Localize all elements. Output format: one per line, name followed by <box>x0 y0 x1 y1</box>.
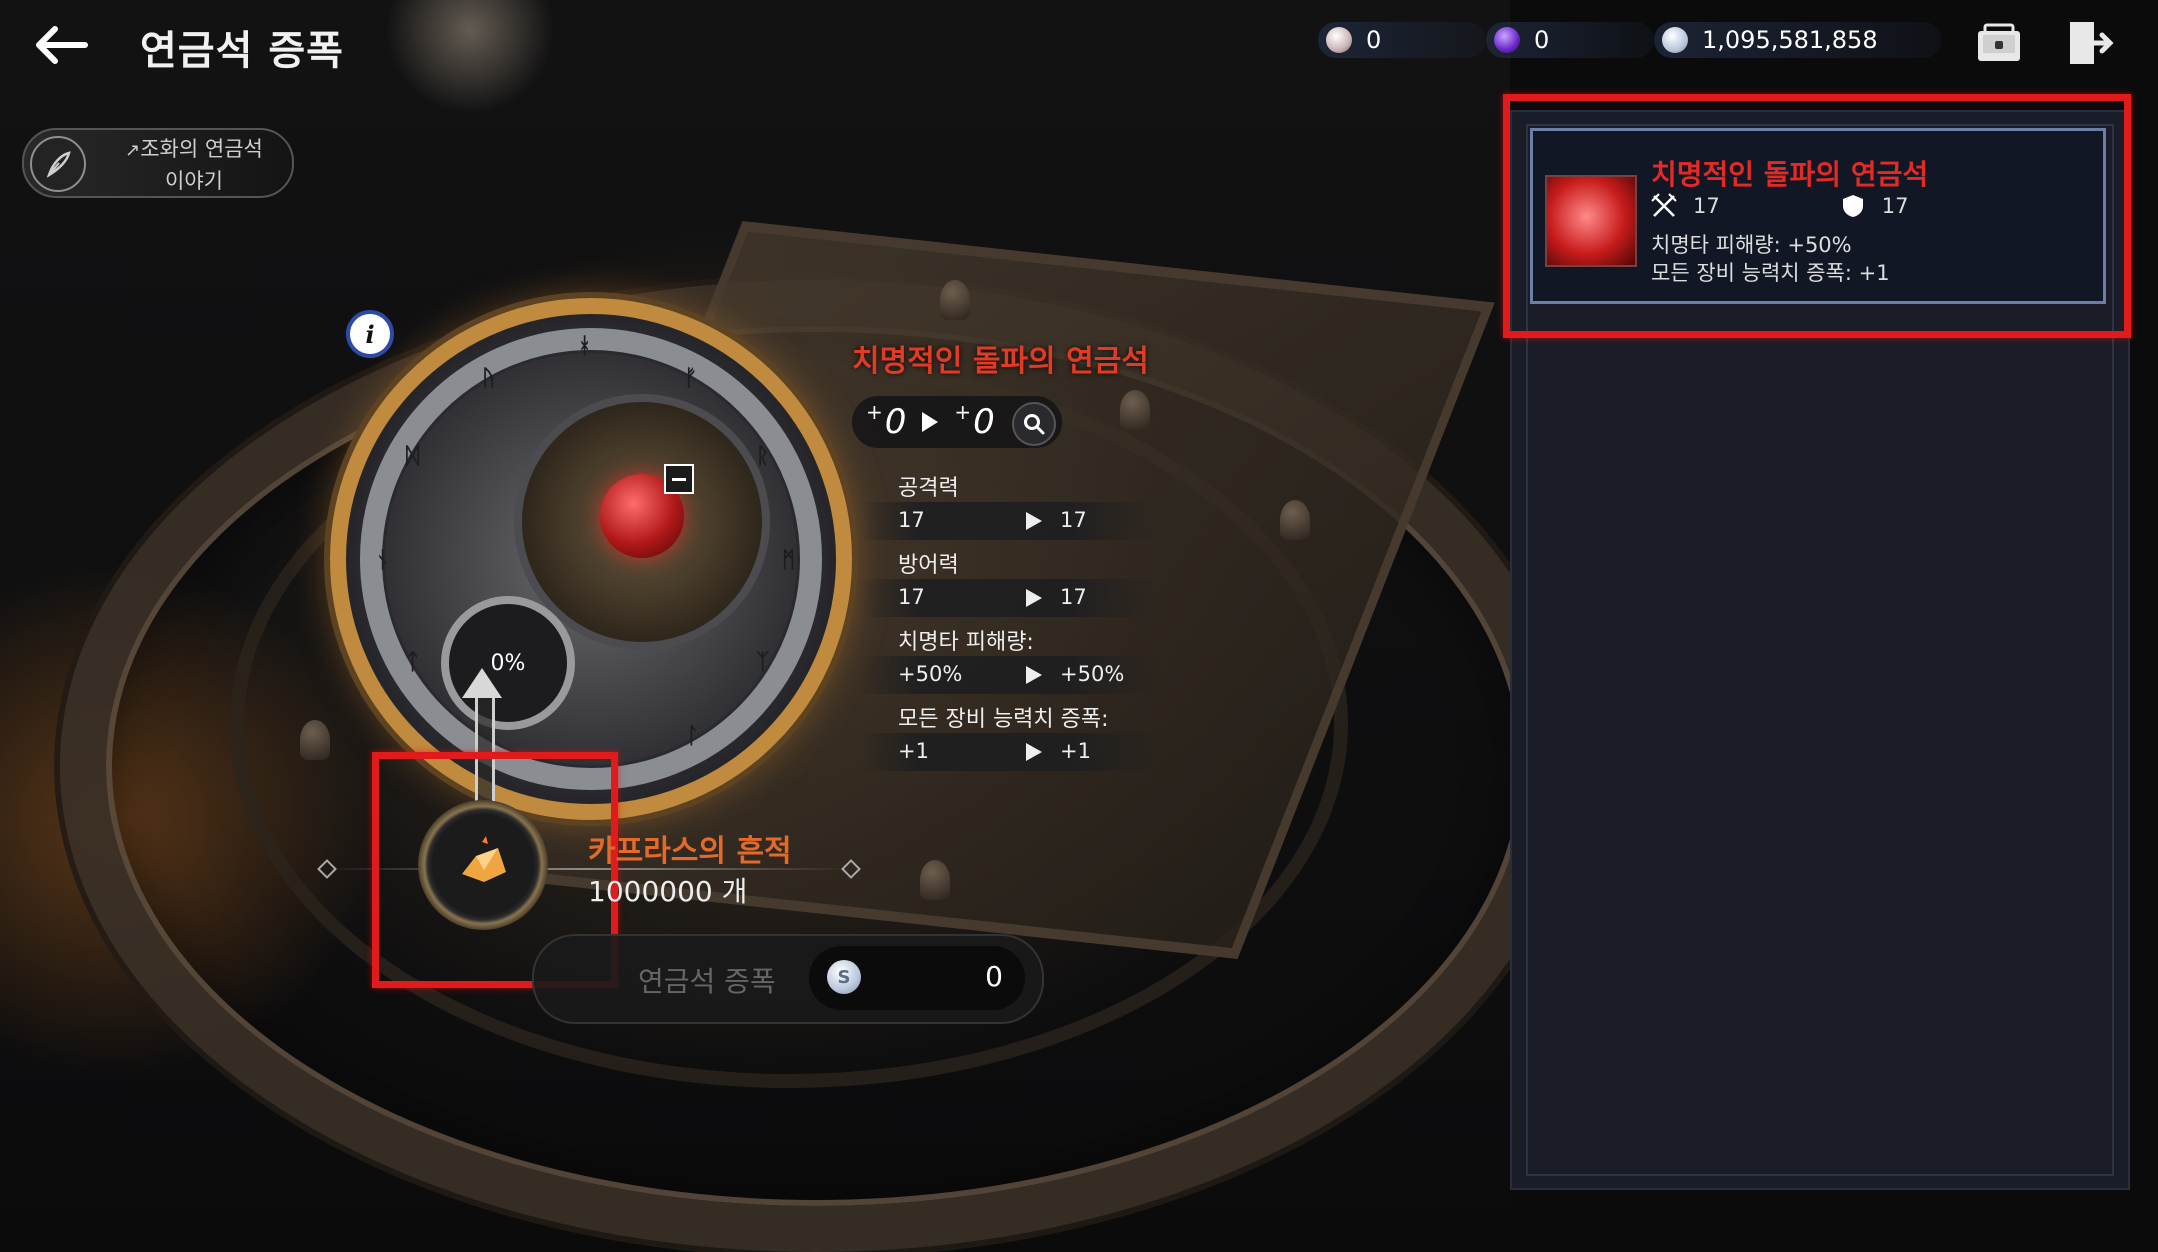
table-peg <box>940 280 970 320</box>
stat-row: +1 +1 <box>860 733 1160 771</box>
external-link-icon: ↗ <box>125 140 141 161</box>
stone-name-title: 치명적인 돌파의 연금석 <box>852 344 1149 379</box>
dial-rune: ᚱ <box>756 444 770 469</box>
stat-row: 17 17 <box>860 579 1160 617</box>
dial-rune: ᚠ <box>684 366 698 391</box>
story-button-label: ↗조화의 연금석 이야기 <box>104 134 284 196</box>
stat-to: 17 <box>1060 585 1087 609</box>
story-line2: 이야기 <box>165 169 223 193</box>
story-line1: 조화의 연금석 <box>140 137 263 161</box>
info-icon[interactable]: i <box>346 310 394 358</box>
dial-rune: ᛉ <box>756 650 770 675</box>
arrow-right-icon <box>1026 743 1042 761</box>
stone-card-highlight-box <box>1503 94 2131 338</box>
currency-silver: 1,095,581,858 <box>1654 22 1942 58</box>
purple-orb-icon <box>1494 27 1520 53</box>
stat-label: 치명타 피해량: <box>898 630 1034 655</box>
stat-from: 17 <box>898 585 925 609</box>
stat-from: 17 <box>898 508 925 532</box>
currency-pearl: 0 <box>1318 22 1486 58</box>
amplify-button[interactable]: 연금석 증폭 S 0 <box>532 934 1044 1024</box>
level-indicator: +0 +0 <box>852 396 1062 448</box>
amplify-cost-value: 0 <box>985 960 1003 993</box>
up-arrow-icon <box>462 668 502 698</box>
stat-label: 모든 장비 능력치 증폭: <box>898 707 1109 732</box>
table-peg <box>300 720 330 760</box>
dial-rune: ᛚ <box>686 724 700 749</box>
currency-purple: 0 <box>1486 22 1654 58</box>
remove-stone-button[interactable] <box>664 464 694 494</box>
level-to-value: 0 <box>973 402 995 442</box>
silver-coin-icon: S <box>827 960 861 994</box>
dial-rune: ᛏ <box>406 650 420 675</box>
currency-value: 0 <box>1366 26 1382 54</box>
feather-emblem-icon <box>30 136 86 192</box>
stat-to: +1 <box>1060 739 1091 763</box>
arrow-right-icon <box>1026 512 1042 530</box>
amplify-cost: S 0 <box>809 946 1025 1010</box>
progress-circle: 0% <box>441 596 575 730</box>
level-to: +0 <box>954 400 995 442</box>
amplify-button-label: 연금석 증폭 <box>638 965 776 998</box>
dial-stone-socket <box>514 394 770 650</box>
back-arrow-icon[interactable] <box>30 20 92 70</box>
dial-rune: ᚾ <box>376 548 390 573</box>
currency-value: 0 <box>1534 26 1550 54</box>
stat-to: +50% <box>1060 662 1125 686</box>
arrow-right-icon <box>1026 589 1042 607</box>
arrow-right-icon <box>922 412 939 432</box>
dial-rune: ᛞ <box>406 444 420 469</box>
arrow-right-icon <box>1026 666 1042 684</box>
currency-value: 1,095,581,858 <box>1702 26 1878 54</box>
level-from: +0 <box>866 400 907 442</box>
stat-from: +50% <box>898 662 963 686</box>
silver-coin-icon <box>1662 27 1688 53</box>
table-peg <box>1120 390 1150 430</box>
alchemy-dial: ᚼ ᚠ ᚱ ᛗ ᛉ ᛚ ᚢ ᛞ ᚾ ᛏ 0% <box>330 298 852 820</box>
page-title: 연금석 증폭 <box>140 28 344 74</box>
stat-row: 17 17 <box>860 502 1160 540</box>
alchemy-story-button[interactable]: ↗조화의 연금석 이야기 <box>22 128 294 198</box>
minus-icon <box>672 477 686 481</box>
dial-rune: ᚢ <box>482 366 496 391</box>
stat-to: 17 <box>1060 508 1087 532</box>
inventory-bag-icon[interactable] <box>1974 18 2024 68</box>
exit-door-icon[interactable] <box>2064 18 2114 68</box>
stat-label: 방어력 <box>898 553 959 578</box>
dial-rune: ᚼ <box>578 334 592 359</box>
dial-rune: ᛗ <box>782 548 796 573</box>
table-peg <box>920 860 950 900</box>
material-name: 카프라스의 흔적 <box>588 834 792 869</box>
stat-label: 공격력 <box>898 476 959 501</box>
table-peg <box>1280 500 1310 540</box>
stat-from: +1 <box>898 739 929 763</box>
material-count: 1000000 개 <box>588 875 748 908</box>
pearl-orb-icon <box>1326 27 1352 53</box>
stat-row: +50% +50% <box>860 656 1160 694</box>
magnifier-icon[interactable] <box>1012 402 1056 446</box>
level-from-value: 0 <box>884 402 907 442</box>
